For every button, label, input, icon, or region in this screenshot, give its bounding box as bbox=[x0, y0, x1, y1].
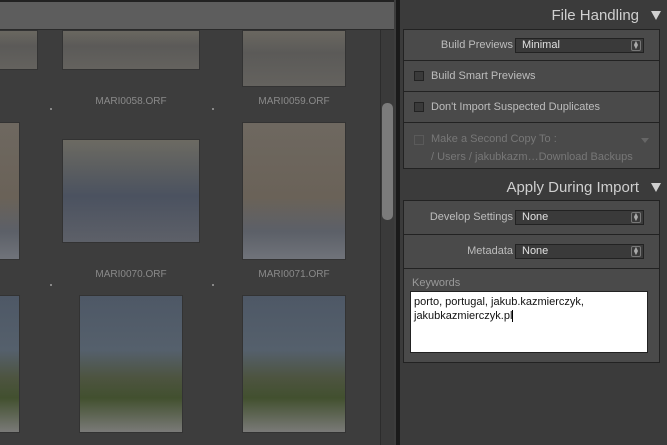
build-smart-previews-label: Build Smart Previews bbox=[431, 70, 536, 82]
cell-marker bbox=[212, 108, 214, 110]
dont-import-duplicates-row[interactable]: Don't Import Suspected Duplicates bbox=[404, 92, 659, 123]
section-title: Apply During Import bbox=[506, 179, 639, 196]
cell-marker bbox=[50, 108, 52, 110]
photo-thumbnail[interactable] bbox=[0, 122, 20, 260]
grid-toolbar bbox=[0, 0, 394, 30]
text-caret bbox=[512, 310, 514, 323]
grid-scrollbar[interactable] bbox=[380, 30, 394, 445]
apply-during-import-section: Develop Settings None ▲ ▼ Metadata None ▲ ▼ … bbox=[403, 200, 660, 363]
photo-thumbnail[interactable] bbox=[62, 30, 200, 70]
dont-import-duplicates-label: Don't Import Suspected Duplicates bbox=[431, 101, 601, 113]
photo-thumbnail[interactable] bbox=[242, 295, 346, 433]
metadata-label: Metadata bbox=[467, 245, 513, 257]
build-smart-previews-checkbox[interactable] bbox=[414, 71, 424, 81]
build-smart-previews-row[interactable]: Build Smart Previews bbox=[404, 61, 659, 92]
file-handling-header[interactable]: File Handling bbox=[400, 4, 667, 28]
thumbnail-label: MARI0059.ORF bbox=[258, 96, 330, 107]
photo-grid: MARI0058.ORF MARI0059.ORF MARI0070.ORF M… bbox=[0, 0, 396, 445]
apply-during-import-header[interactable]: Apply During Import bbox=[400, 176, 667, 200]
second-copy-path: / Users / jakubkazm…Download Backups bbox=[431, 151, 633, 163]
metadata-select[interactable]: None ▲ ▼ bbox=[515, 244, 644, 259]
photo-thumbnail[interactable] bbox=[242, 122, 346, 260]
develop-settings-select[interactable]: None ▲ ▼ bbox=[515, 210, 644, 225]
dropdown-triangle-icon[interactable] bbox=[641, 138, 649, 143]
keywords-line: porto, portugal, jakub.kazmierczyk, bbox=[414, 296, 584, 308]
photo-thumbnail[interactable] bbox=[0, 30, 38, 70]
keywords-label: Keywords bbox=[412, 277, 461, 289]
second-copy-checkbox[interactable] bbox=[414, 135, 424, 145]
scrollbar-thumb[interactable] bbox=[382, 103, 393, 220]
cell-marker bbox=[50, 284, 52, 286]
photo-thumbnail[interactable] bbox=[242, 30, 346, 87]
thumbnail-label: MARI0070.ORF bbox=[95, 269, 167, 280]
thumbnail-label: MARI0071.ORF bbox=[258, 269, 330, 280]
build-previews-select[interactable]: Minimal ▲ ▼ bbox=[515, 38, 644, 53]
dont-import-duplicates-checkbox[interactable] bbox=[414, 102, 424, 112]
keywords-line: jakubkazmierczyk.pl bbox=[414, 310, 513, 322]
stepper-arrows-icon: ▲ ▼ bbox=[631, 40, 641, 51]
collapse-triangle-icon[interactable] bbox=[651, 183, 661, 192]
keywords-input[interactable]: porto, portugal, jakub.kazmierczyk, jakub… bbox=[410, 291, 648, 353]
photo-thumbnail[interactable] bbox=[62, 139, 200, 243]
build-previews-label: Build Previews bbox=[440, 39, 513, 51]
second-copy-row: Make a Second Copy To : / Users / jakubk… bbox=[404, 123, 659, 169]
stepper-arrows-icon: ▲ ▼ bbox=[631, 246, 641, 257]
section-title: File Handling bbox=[551, 7, 639, 24]
right-panel: File Handling Build Previews Minimal ▲ ▼ B… bbox=[400, 0, 667, 445]
collapse-triangle-icon[interactable] bbox=[651, 11, 661, 20]
select-value: None bbox=[522, 245, 549, 257]
develop-settings-label: Develop Settings bbox=[429, 211, 513, 223]
file-handling-section: Build Previews Minimal ▲ ▼ Build Smart Pre… bbox=[403, 29, 660, 169]
photo-thumbnail[interactable] bbox=[0, 295, 20, 433]
photo-thumbnail[interactable] bbox=[79, 295, 183, 433]
second-copy-label: Make a Second Copy To : bbox=[431, 133, 557, 145]
select-value: Minimal bbox=[522, 39, 560, 51]
select-value: None bbox=[522, 211, 549, 223]
stepper-arrows-icon: ▲ ▼ bbox=[631, 212, 641, 223]
cell-marker bbox=[212, 284, 214, 286]
thumbnail-label: MARI0058.ORF bbox=[95, 96, 167, 107]
